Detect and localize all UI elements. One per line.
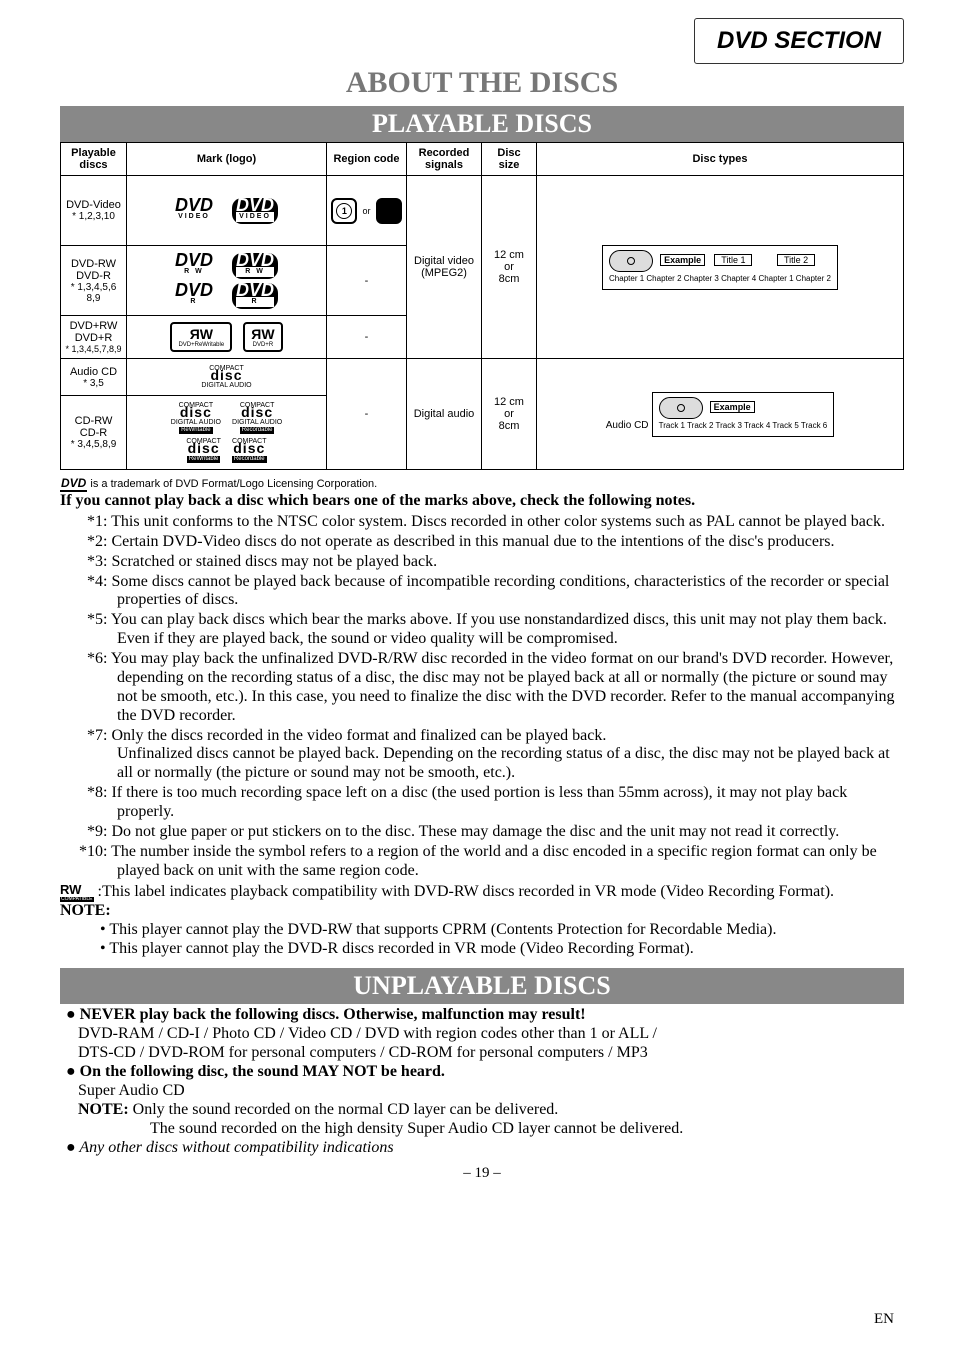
unplayable-band: UNPLAYABLE DISCS xyxy=(60,968,904,1004)
dvd-example-box: Example Title 1 Title 2 Chapter 1 Chapte… xyxy=(602,245,838,290)
th-mark: Mark (logo) xyxy=(127,143,327,176)
note-1: *1: This unit conforms to the NTSC color… xyxy=(72,513,904,532)
th-playable: Playable discs xyxy=(61,143,127,176)
dvd-r-logo: DVDR xyxy=(232,283,278,309)
cd-example-box: Example Track 1 Track 2 Track 3 Track 4 … xyxy=(652,392,835,437)
notes-list: *1: This unit conforms to the NTSC color… xyxy=(60,513,904,881)
note-10: *10: The number inside the symbol refers… xyxy=(72,843,904,881)
dvd-plus-r-logo: ЯWDVD+R xyxy=(243,322,282,352)
note-3: *3: Scratched or stained discs may not b… xyxy=(72,553,904,572)
page-number: – 19 – xyxy=(60,1165,904,1182)
dvd-r-logo: DVDR xyxy=(175,285,213,307)
table-header-row: Playable discs Mark (logo) Region code R… xyxy=(61,143,904,176)
cdrw-logo2: COMPACTdiscReWritable xyxy=(186,438,220,463)
note-2: *2: Certain DVD-Video discs do not opera… xyxy=(72,533,904,552)
cdr-logo: COMPACTdiscDIGITAL AUDIORecordable xyxy=(232,402,282,434)
unplay-l4: NOTE: Only the sound recorded on the nor… xyxy=(60,1101,904,1120)
dvd-rw-logo: DVDR W xyxy=(232,253,278,279)
note-8: *8: If there is too much recording space… xyxy=(72,784,904,822)
disc-icon xyxy=(659,397,703,419)
unplay-l1: DVD-RAM / CD-I / Photo CD / Video CD / D… xyxy=(60,1025,904,1044)
note-6: *6: You may play back the unfinalized DV… xyxy=(72,650,904,726)
unplay-l6: ● Any other discs without compatibility … xyxy=(60,1139,904,1158)
region-globe: 1 xyxy=(331,198,357,224)
disc-icon xyxy=(609,250,653,272)
section-tab: DVD SECTION xyxy=(694,18,904,64)
th-region: Region code xyxy=(327,143,407,176)
trademark-line: DVD is a trademark of DVD Format/Logo Li… xyxy=(60,476,904,490)
cdr-logo2: COMPACTdiscRecordable xyxy=(232,438,267,463)
cdrw-logo: COMPACTdiscDIGITAL AUDIOReWritable xyxy=(171,402,221,434)
th-size: Disc size xyxy=(482,143,537,176)
unplay-b1: ● NEVER play back the following discs. O… xyxy=(60,1006,904,1025)
intro-bold: If you cannot play back a disc which bea… xyxy=(60,492,904,511)
note-7: *7: Only the discs recorded in the video… xyxy=(72,727,904,784)
rw-compatible-icon: RWCOMPATIBLE xyxy=(60,882,94,902)
row-dvd-video: DVD-Video* 1,2,3,10 DVDVIDEO DVDVIDEO 1 … xyxy=(61,176,904,246)
unplay-b2: ● On the following disc, the sound MAY N… xyxy=(60,1063,904,1082)
note-bullet-a: • This player cannot play the DVD-RW tha… xyxy=(60,921,904,940)
page-lang: EN xyxy=(874,1311,894,1328)
note-4: *4: Some discs cannot be played back bec… xyxy=(72,573,904,611)
unplay-l2: DTS-CD / DVD-ROM for personal computers … xyxy=(60,1044,904,1063)
unplay-l3: Super Audio CD xyxy=(60,1082,904,1101)
dvd-rw-logo: DVDR W xyxy=(175,255,213,277)
playable-band: PLAYABLE DISCS xyxy=(60,106,904,142)
region-globe-all xyxy=(376,198,402,224)
unplay-l5: The sound recorded on the high density S… xyxy=(60,1120,904,1139)
dvd-plus-rw-logo: ЯWDVD+ReWritable xyxy=(170,322,232,352)
note-heading: NOTE: xyxy=(60,902,904,921)
note-bullet-b: • This player cannot play the DVD-R disc… xyxy=(60,940,904,959)
dvd-video-logo: DVDVIDEO xyxy=(232,198,278,224)
main-title: ABOUT THE DISCS xyxy=(60,66,904,100)
th-types: Disc types xyxy=(537,143,904,176)
row-audio-cd: Audio CD* 3,5 COMPACTdiscDIGITAL AUDIO -… xyxy=(61,359,904,396)
dvd-video-logo: DVDVIDEO xyxy=(175,200,213,222)
th-recorded: Recorded signals xyxy=(407,143,482,176)
compact-disc-logo: COMPACTdiscDIGITAL AUDIO xyxy=(201,365,251,389)
note-5: *5: You can play back discs which bear t… xyxy=(72,611,904,649)
note-9: *9: Do not glue paper or put stickers on… xyxy=(72,823,904,842)
playable-discs-table: Playable discs Mark (logo) Region code R… xyxy=(60,142,904,470)
dvd-mark-icon: DVD xyxy=(60,476,87,492)
rw-text: :This label indicates playback compatibi… xyxy=(94,882,835,899)
